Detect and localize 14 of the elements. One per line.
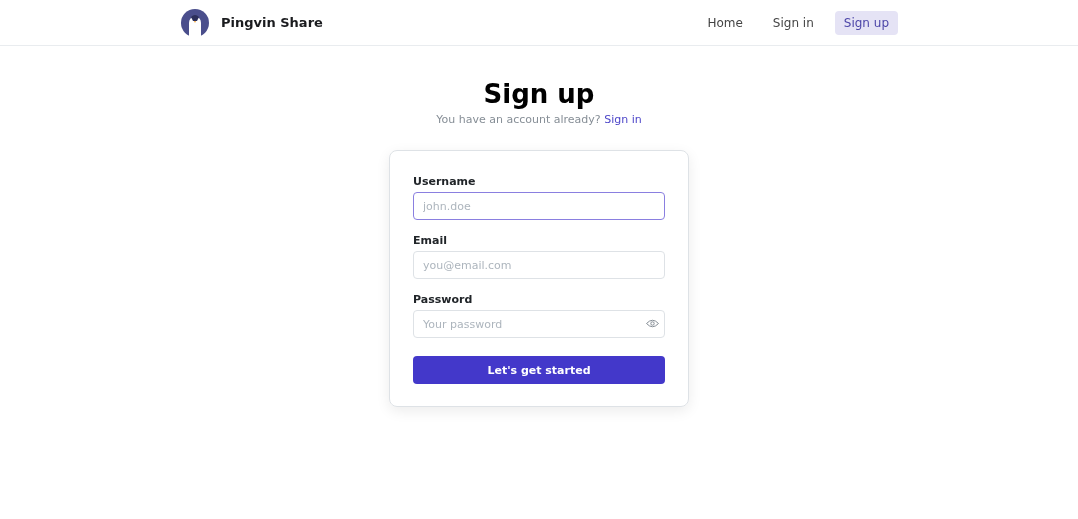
eye-icon[interactable] xyxy=(646,319,659,328)
nav-link[interactable]: Sign in xyxy=(763,10,823,35)
nav-link[interactable]: Sign up xyxy=(834,10,898,35)
field-label: Username xyxy=(413,175,477,188)
field-label: Email xyxy=(413,234,448,247)
penguin-logo-icon xyxy=(181,8,209,37)
subtitle: You have an account already? Sign in xyxy=(436,113,642,126)
page-title: Sign up xyxy=(483,79,595,109)
submit-button[interactable]: Let's get started xyxy=(413,356,665,384)
brand-name: Pingvin Share xyxy=(221,15,323,30)
sign-in-link[interactable]: Sign in xyxy=(604,113,642,126)
input-field[interactable]: john.doe xyxy=(413,192,665,220)
field-label: Password xyxy=(413,293,474,306)
nav-link[interactable]: Home xyxy=(698,10,752,35)
